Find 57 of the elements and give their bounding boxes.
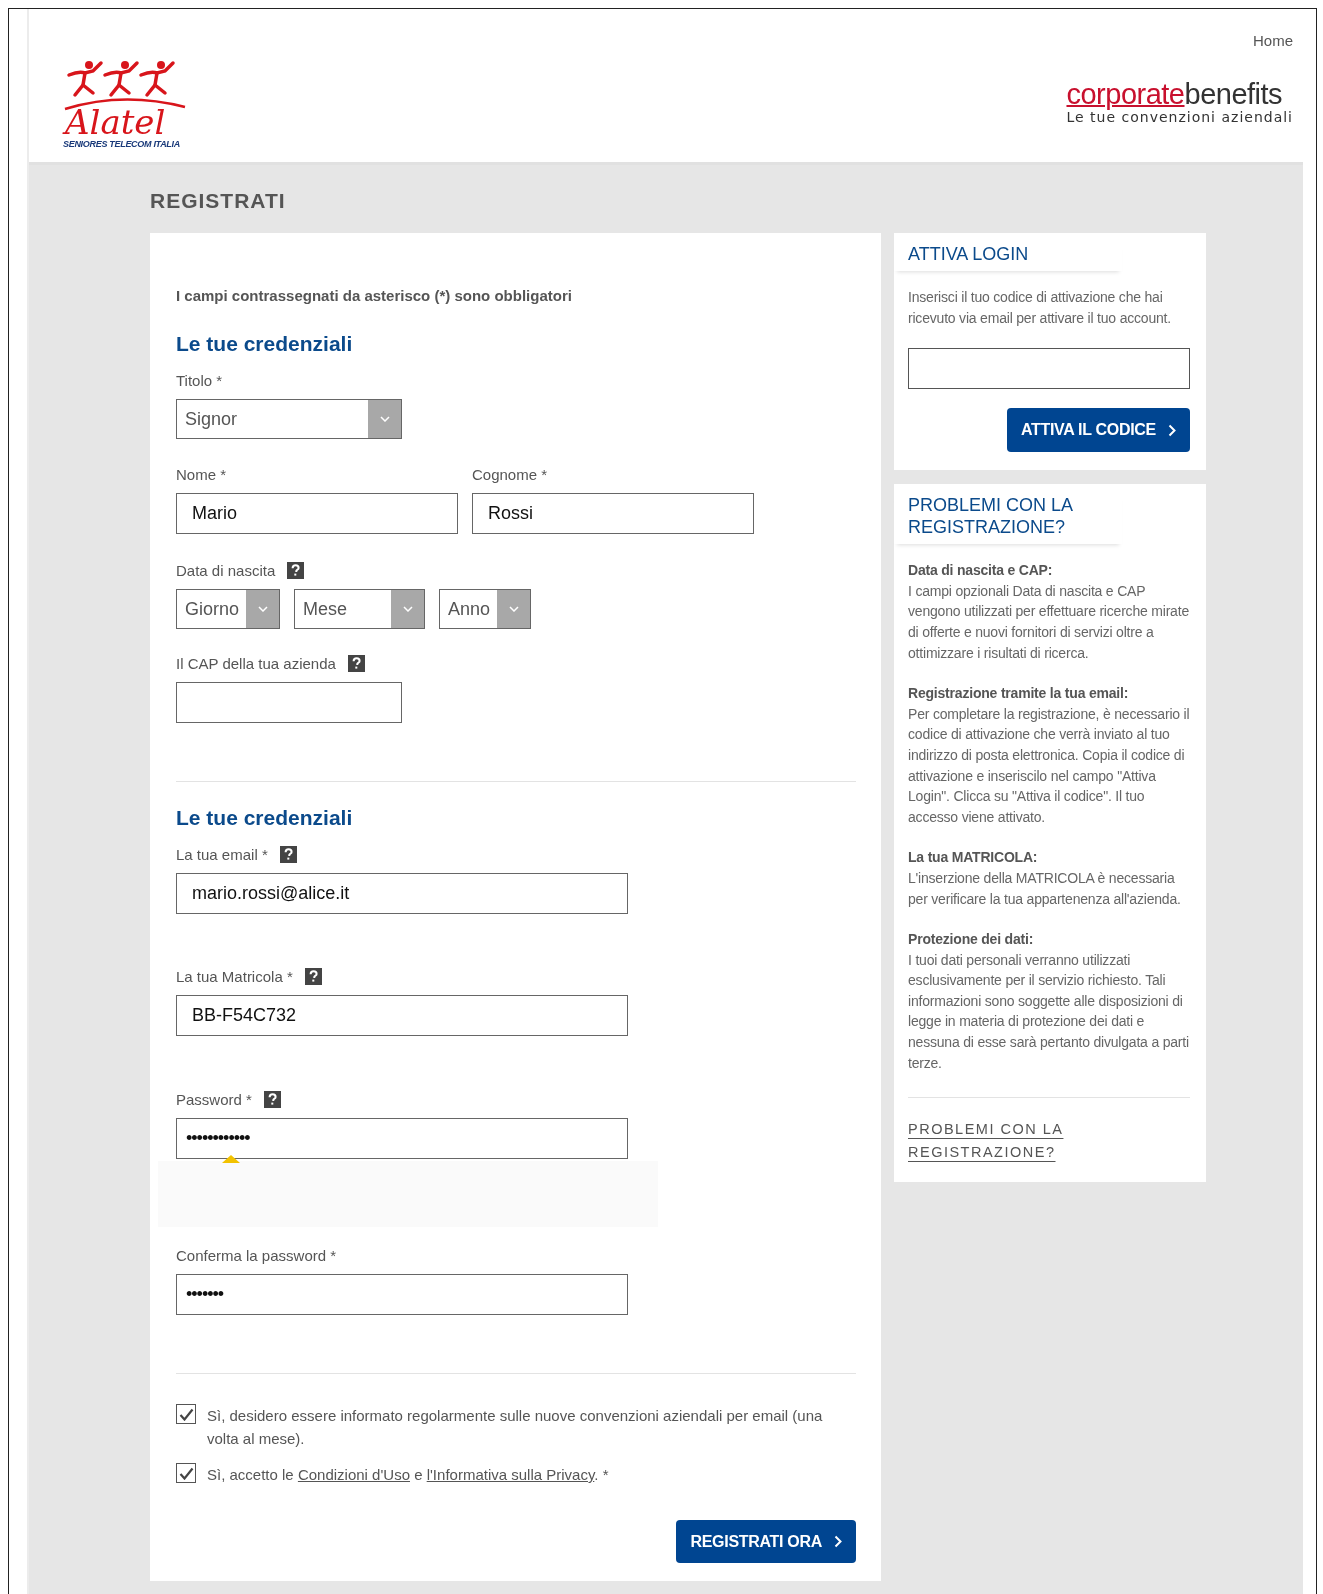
field-label: La tua email *: [176, 845, 268, 863]
consent-text: Sì, desidero essere informato regolarmente sulle nuove convenzioni aziendali per email (una volta al mese).: [207, 1406, 824, 1449]
date-select[interactable]: Giorno: [176, 589, 280, 629]
help-paragraph: Registrazione tramite la tua email: Per completare la registrazione, è necessario il codice di attivazione che verrà inviato al tuo indirizzo di posta elettronica. Copia il codice di attivazione e inseriscilo nel campo "Attiva Login". Clicca su "Attiva il codice". Il tuo accesso viene attivato.: [908, 684, 1190, 827]
help-icon[interactable]: [304, 967, 322, 985]
input-field[interactable]: BB-F54C732: [176, 995, 628, 1036]
password-field[interactable]: ••••••••••••: [176, 1118, 628, 1159]
checkbox[interactable]: [176, 1404, 196, 1424]
help-link[interactable]: PROBLEMI CON LA REGISTRAZIONE?: [908, 1118, 1190, 1165]
chevron-right-icon: [834, 1535, 842, 1548]
input-field[interactable]: mario.rossi@alice.it: [176, 873, 628, 914]
input-field[interactable]: [176, 682, 402, 723]
card-title: ATTIVA LOGIN: [894, 243, 1122, 271]
field-label: Cognome *: [472, 465, 548, 483]
help-paragraph: Data di nascita e CAP: I campi opzionali Data di nascita e CAP vengono utilizzati per effettuare ricerche mirate di offerte e nuovi fornitori di servizi oltre a ottimizzare i risultati di ricerca.: [908, 561, 1190, 663]
card-title: PROBLEMI CON LA REGISTRAZIONE?: [894, 494, 1122, 545]
input-field[interactable]: Mario: [176, 493, 458, 534]
chevron-down-icon: [402, 606, 413, 612]
field-label: La tua Matricola *: [176, 967, 293, 985]
help-paragraph: La tua MATRICOLA: L'inserzione della MATRICOLA è necessaria per verificare la tua appartenenza all'azienda.: [908, 848, 1182, 909]
title-select[interactable]: Signor: [176, 399, 402, 439]
chevron-down-icon: [257, 606, 268, 612]
field-label: Data di nascita: [176, 561, 276, 579]
required-note: I campi contrassegnati da asterisco (*) sono obbligatori: [176, 287, 573, 304]
page-title: REGISTRATI: [150, 189, 287, 213]
checkbox[interactable]: [176, 1463, 196, 1483]
chevron-down-icon: [508, 606, 519, 612]
field-label: Titolo *: [176, 371, 223, 389]
help-icon[interactable]: [263, 1090, 281, 1108]
logo-tagline: SENIORES TELECOM ITALIA: [63, 139, 180, 149]
field-label: Il CAP della tua azienda: [176, 654, 336, 672]
chevron-down-icon: [379, 416, 390, 422]
card-text: Inserisci il tuo codice di attivazione che hai ricevuto via email per attivare il tuo account.: [908, 288, 1172, 328]
date-select[interactable]: Anno: [439, 589, 531, 629]
field-label: Conferma la password *: [176, 1246, 337, 1264]
field-label: Nome *: [176, 465, 227, 483]
help-icon[interactable]: [287, 561, 305, 579]
help-paragraph: Protezione dei dati: I tuoi dati personali verranno utilizzati esclusivamente per il servizio richiesto. Tali informazioni sono soggette alle disposizioni di legge in materia di protezione dei dati e nessuna di esse sarà pertanto divulgata a parti terze.: [908, 930, 1190, 1073]
section-heading: Le tue credenziali: [176, 806, 354, 830]
caret-icon: [222, 1155, 240, 1163]
input-field[interactable]: Rossi: [472, 493, 754, 534]
register-button[interactable]: REGISTRATI ORA: [676, 1520, 856, 1563]
dancing-figures-icon: [63, 59, 187, 111]
help-icon[interactable]: [279, 845, 297, 863]
brand-wordmark: corporatebenefits: [1066, 79, 1283, 109]
password-field[interactable]: •••••••: [176, 1274, 628, 1315]
help-icon[interactable]: [347, 654, 365, 672]
activate-button[interactable]: ATTIVA IL CODICE: [1006, 408, 1190, 453]
date-select[interactable]: Mese: [294, 589, 425, 629]
section-heading: Le tue credenziali: [176, 332, 354, 356]
brand-tagline: Le tue convenzioni aziendali: [1066, 109, 1293, 125]
consent-text: Sì, accetto le Condizioni d'Uso e l'Informativa sulla Privacy. *: [207, 1465, 609, 1485]
terms-link[interactable]: Condizioni d'Uso: [297, 1466, 410, 1483]
home-link[interactable]: Home: [1253, 32, 1293, 49]
chevron-right-icon: [1168, 423, 1176, 437]
field-label: Password *: [176, 1090, 252, 1108]
activation-code-field[interactable]: [908, 348, 1190, 390]
